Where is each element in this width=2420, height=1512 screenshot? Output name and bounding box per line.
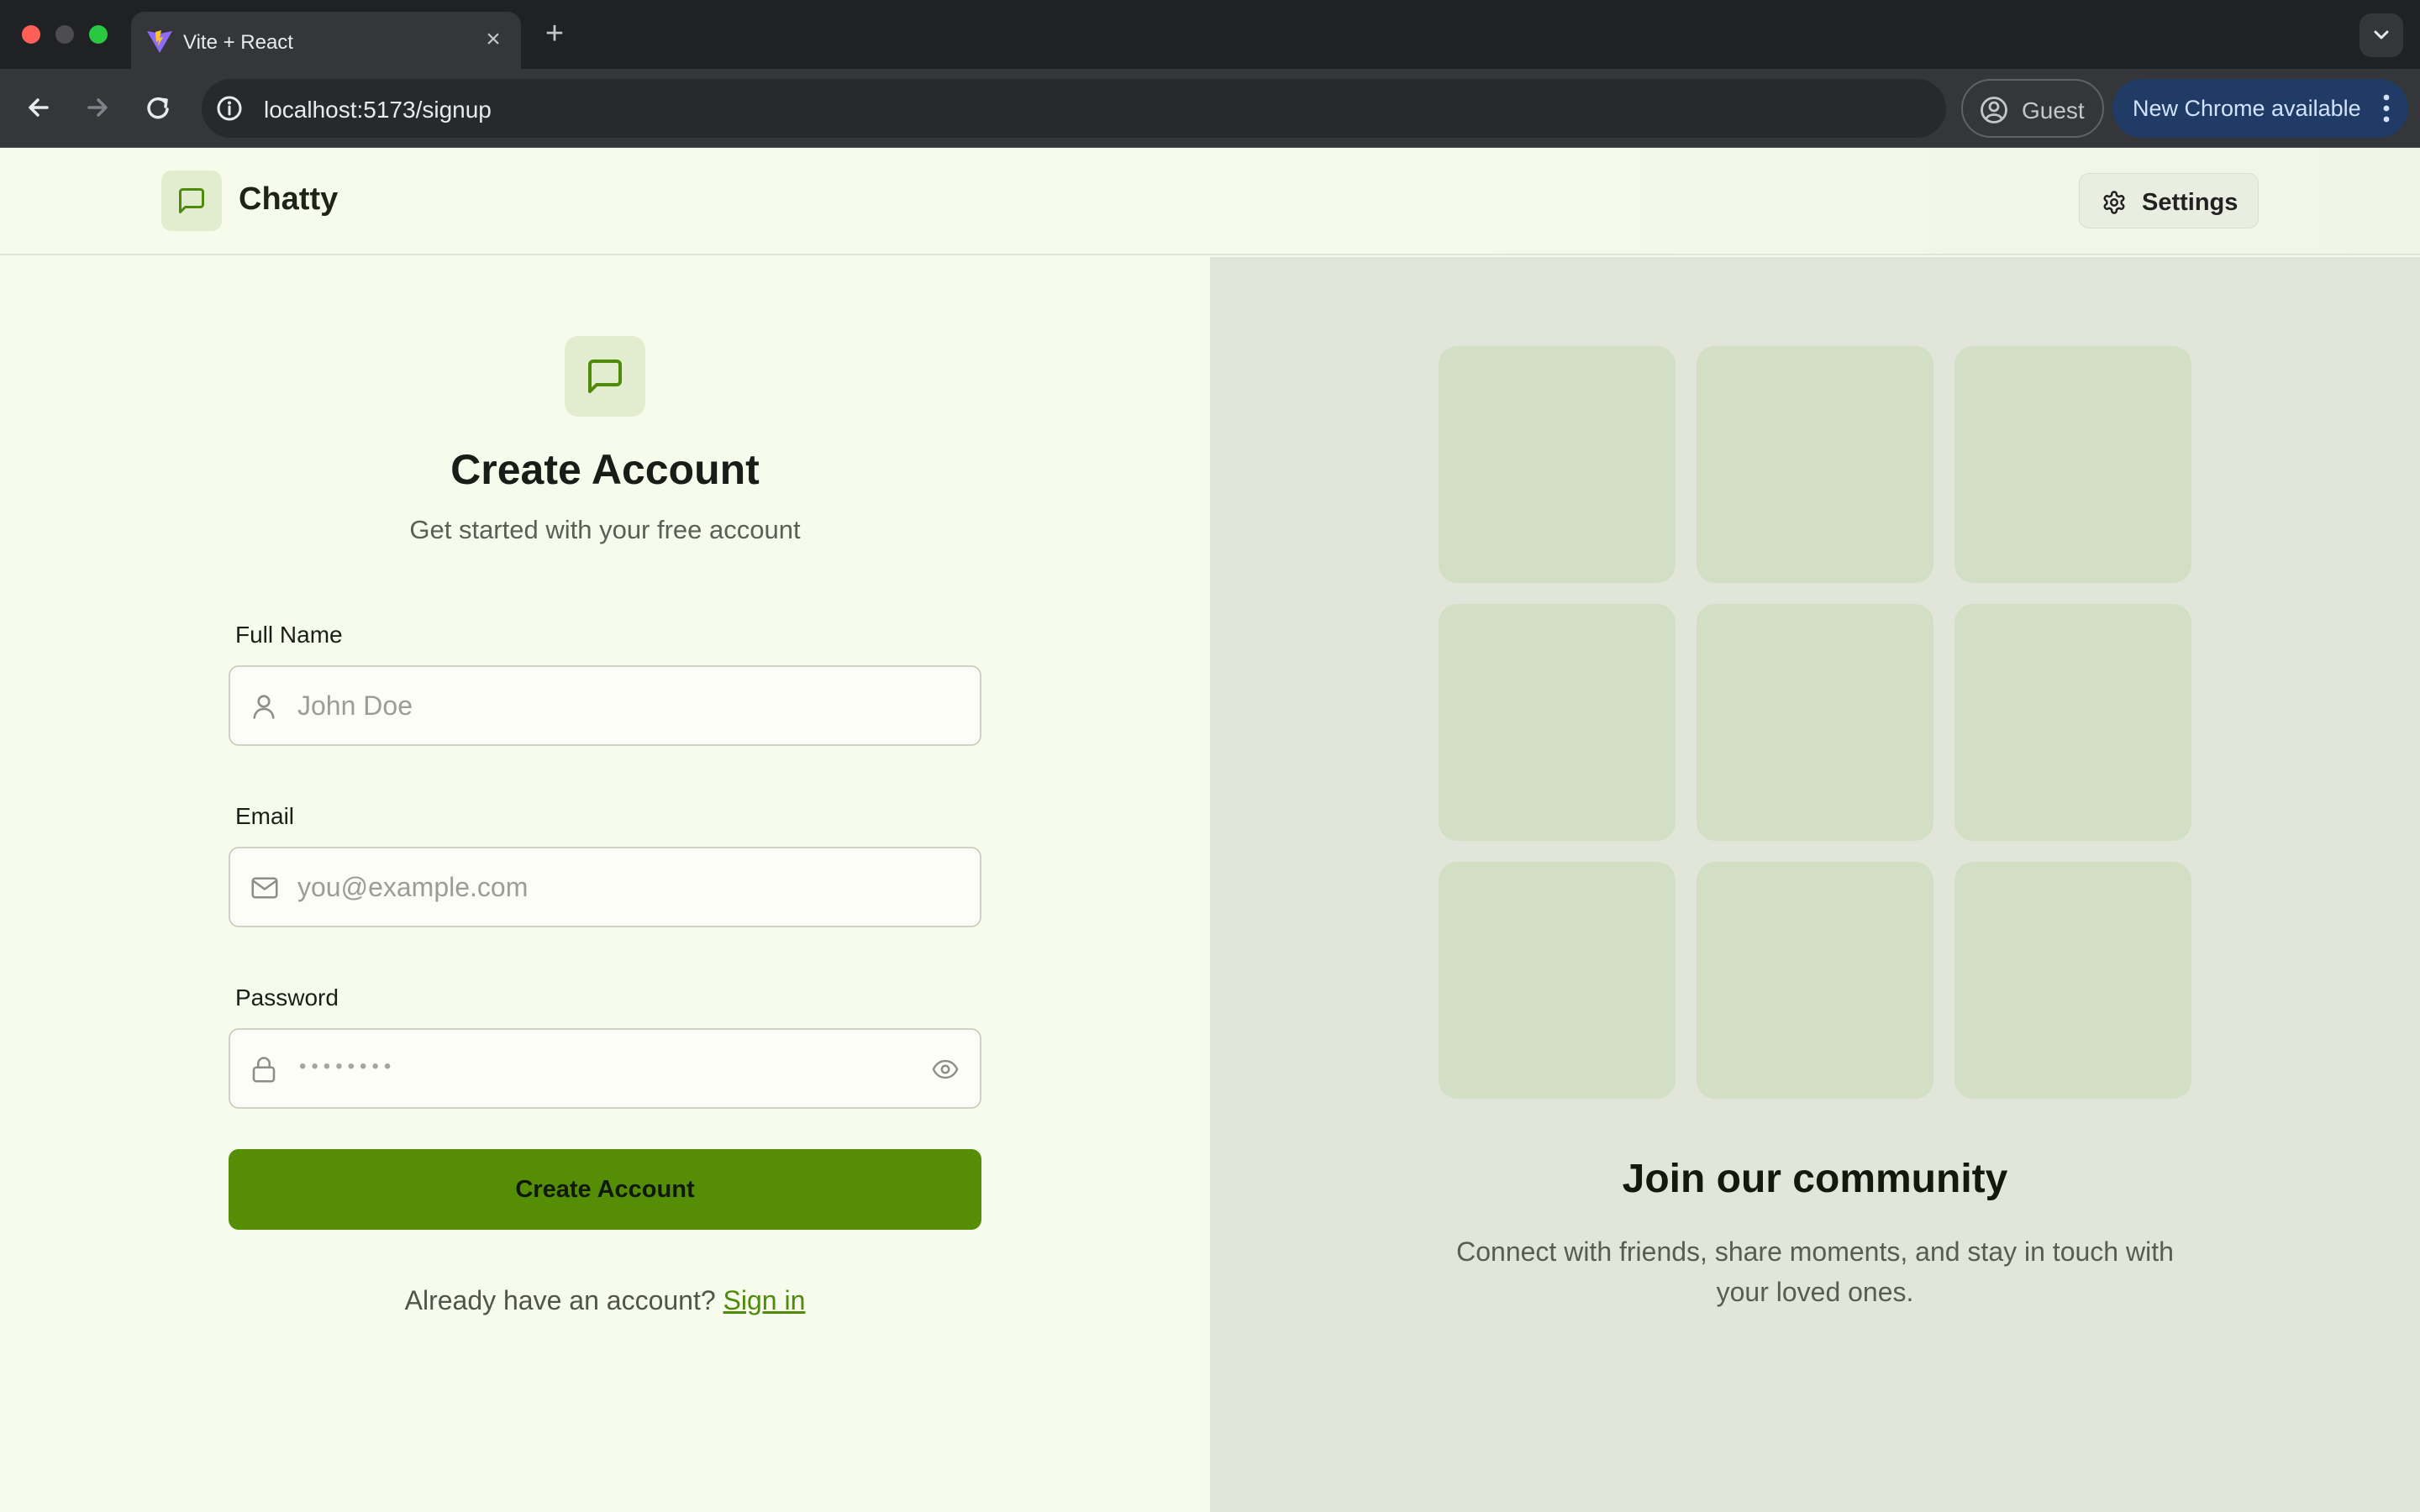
pattern-tile xyxy=(1439,862,1676,1099)
settings-label: Settings xyxy=(2142,189,2238,216)
forward-arrow-icon[interactable] xyxy=(77,87,118,128)
pattern-tile xyxy=(1954,604,2191,841)
url-text: localhost:5173/signup xyxy=(264,97,492,123)
signin-prompt-row: Already have an account? Sign in xyxy=(0,1285,1210,1316)
reload-icon[interactable] xyxy=(138,87,178,128)
person-circle-icon xyxy=(1981,97,2007,123)
pattern-tile xyxy=(1697,346,1933,583)
password-field[interactable]: •••••••• xyxy=(229,1028,981,1109)
pattern-tile xyxy=(1439,346,1676,583)
tab-close-icon[interactable]: × xyxy=(479,25,508,54)
pattern-tile xyxy=(1954,862,2191,1099)
mail-icon xyxy=(251,877,278,899)
form-logo xyxy=(565,336,645,417)
community-text: Connect with friends, share moments, and… xyxy=(1456,1236,2174,1307)
brand-logo[interactable] xyxy=(161,171,222,231)
pattern-tile xyxy=(1697,604,1933,841)
email-field[interactable] xyxy=(229,847,981,927)
signin-link[interactable]: Sign in xyxy=(723,1285,806,1315)
window-close-button[interactable] xyxy=(22,25,40,44)
password-input[interactable]: •••••••• xyxy=(299,1055,396,1079)
password-label: Password xyxy=(235,984,339,1011)
tab-search-button[interactable] xyxy=(2360,13,2403,57)
create-account-button[interactable]: Create Account xyxy=(229,1149,981,1230)
site-info-icon[interactable] xyxy=(213,92,245,124)
update-chrome-button[interactable]: New Chrome available xyxy=(2112,79,2408,138)
full-name-field[interactable] xyxy=(229,665,981,746)
update-label: New Chrome available xyxy=(2133,96,2361,121)
pattern-tile xyxy=(1954,346,2191,583)
form-title: Create Account xyxy=(450,446,760,493)
app-header: Chatty Settings xyxy=(0,148,2420,255)
community-title: Join our community xyxy=(1622,1157,2008,1201)
more-menu-icon[interactable] xyxy=(2381,91,2391,126)
email-label: Email xyxy=(235,803,295,829)
window-minimize-button[interactable] xyxy=(55,25,74,44)
brand-name[interactable]: Chatty xyxy=(239,181,338,218)
signup-panel: Create Account Get started with your fre… xyxy=(0,257,1210,1512)
window-zoom-button[interactable] xyxy=(89,25,108,44)
lock-icon xyxy=(252,1057,276,1083)
gear-icon xyxy=(2103,191,2125,214)
browser-tab-strip: Vite + React × + xyxy=(0,0,2420,69)
eye-icon[interactable] xyxy=(929,1055,961,1084)
vite-logo-icon xyxy=(147,30,172,53)
pattern-tile xyxy=(1697,862,1933,1099)
message-square-icon xyxy=(588,360,622,393)
user-icon xyxy=(253,695,275,719)
settings-button[interactable]: Settings xyxy=(2079,173,2259,228)
message-square-icon xyxy=(179,188,204,213)
back-arrow-icon[interactable] xyxy=(18,87,59,128)
full-name-input[interactable] xyxy=(297,667,902,744)
tab-title: Vite + React xyxy=(183,31,293,54)
profile-button[interactable]: Guest xyxy=(1961,79,2104,138)
create-account-label: Create Account xyxy=(515,1176,695,1203)
address-bar[interactable]: localhost:5173/signup xyxy=(202,79,1946,138)
email-input[interactable] xyxy=(297,848,902,926)
browser-tab[interactable]: Vite + React × xyxy=(131,12,521,69)
form-subtitle: Get started with your free account xyxy=(409,515,801,544)
profile-label: Guest xyxy=(2022,97,2085,123)
chevron-down-icon xyxy=(2374,30,2389,39)
full-name-label: Full Name xyxy=(235,622,343,648)
signin-prompt: Already have an account? xyxy=(404,1285,716,1315)
community-panel: Join our community Connect with friends,… xyxy=(1210,257,2420,1512)
browser-toolbar: localhost:5173/signup Guest New Chrome a… xyxy=(0,69,2420,148)
pattern-tile xyxy=(1439,604,1676,841)
new-tab-icon[interactable]: + xyxy=(538,17,571,50)
